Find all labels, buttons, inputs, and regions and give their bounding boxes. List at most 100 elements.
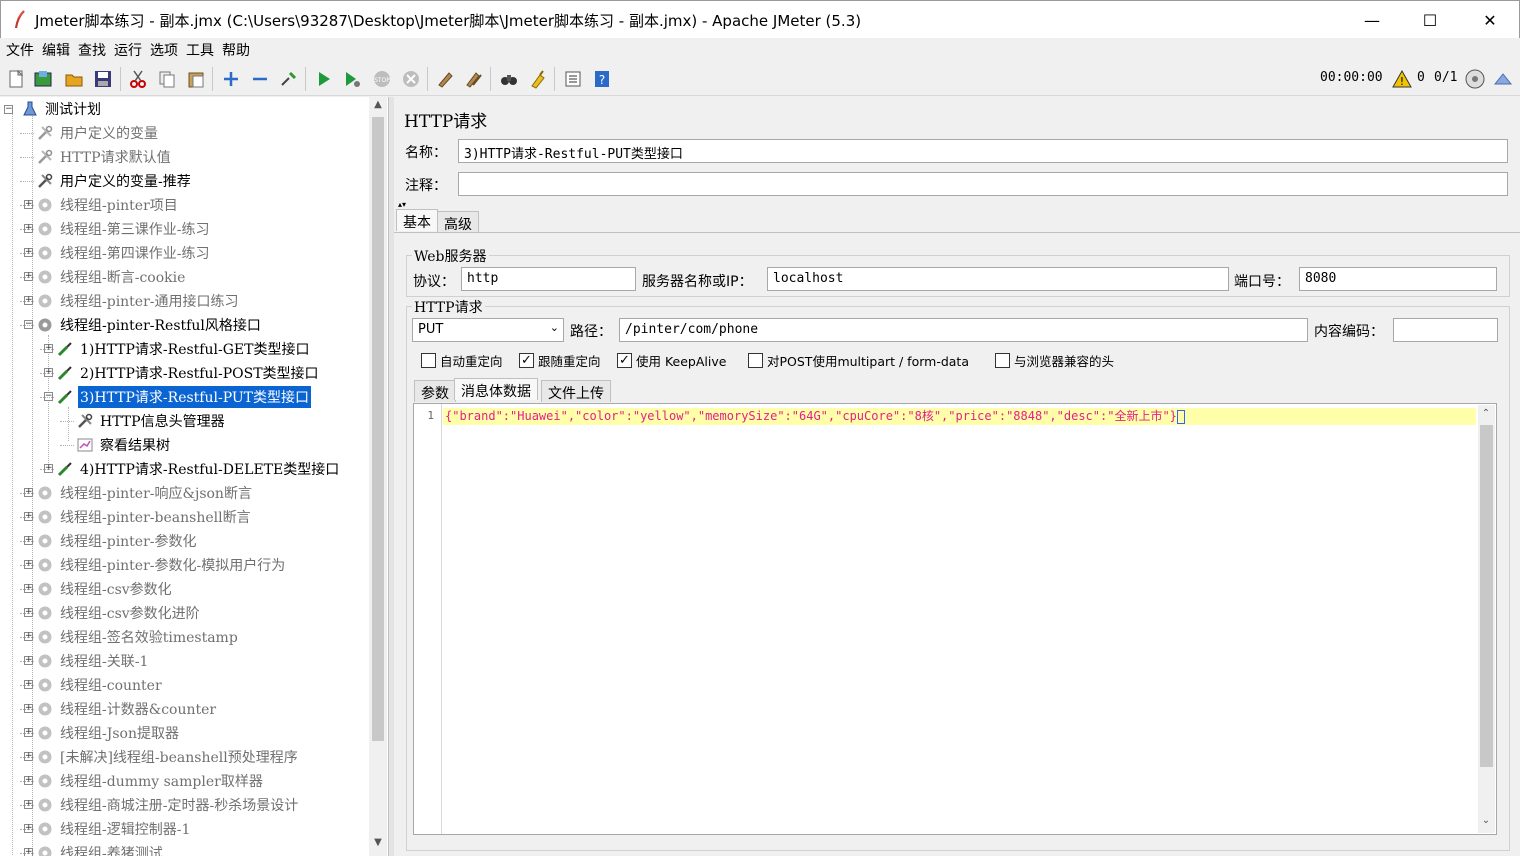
tree-item[interactable]: 线程组-签名效验timestamp (36, 625, 240, 649)
code-line[interactable]: {"brand":"Huawei","color":"yellow","memo… (443, 408, 1476, 425)
shutdown-icon[interactable] (399, 67, 423, 91)
tree-root[interactable]: − 测试计划 (4, 97, 103, 121)
tree-item[interactable]: 线程组-csv参数化 (36, 577, 174, 601)
menu-help[interactable]: 帮助 (222, 40, 250, 60)
tree-item[interactable]: 线程组-pinter-参数化-模拟用户行为 (36, 553, 287, 577)
tab-advanced[interactable]: 高级 (437, 211, 479, 233)
menu-search[interactable]: 查找 (78, 40, 106, 60)
body-data-editor[interactable]: 1 {"brand":"Huawei","color":"yellow","me… (413, 403, 1497, 835)
reset-search-icon[interactable] (526, 67, 550, 91)
comment-field[interactable] (458, 172, 1508, 196)
checkbox-box[interactable]: ✓ (519, 353, 534, 368)
tab-parameters[interactable]: 参数 (414, 380, 456, 402)
paste-icon[interactable] (184, 67, 208, 91)
menu-run[interactable]: 运行 (114, 40, 142, 60)
tree-item[interactable]: 线程组-计数器&counter (36, 697, 218, 721)
start-no-pauses-icon[interactable] (340, 67, 364, 91)
tree-item[interactable]: 线程组-关联-1 (36, 649, 150, 673)
help-icon[interactable]: ? (590, 67, 614, 91)
checkbox-box[interactable] (748, 353, 763, 368)
close-button[interactable]: ✕ (1461, 1, 1519, 39)
tree-item[interactable]: HTTP请求默认值 (36, 145, 173, 169)
tree-item[interactable]: 线程组-pinter-Restful风格接口 (36, 313, 263, 337)
tree-item[interactable]: 线程组-第三课作业-练习 (36, 217, 211, 241)
menu-file[interactable]: 文件 (6, 40, 34, 60)
tree-item[interactable]: HTTP信息头管理器 (76, 409, 227, 433)
tree-item[interactable]: 用户定义的变量-推荐 (36, 169, 193, 193)
clear-all-icon[interactable] (462, 67, 486, 91)
tree-item[interactable]: 线程组-断言-cookie (36, 265, 187, 289)
tree-item[interactable]: 线程组-counter (36, 673, 164, 697)
templates-icon[interactable] (31, 67, 55, 91)
browser-compatible-checkbox[interactable]: 与浏览器兼容的头 (995, 351, 1114, 370)
server-field[interactable]: localhost (767, 267, 1229, 291)
cut-icon[interactable] (126, 67, 150, 91)
tree-item[interactable]: 线程组-pinter-响应&json断言 (36, 481, 254, 505)
auto-redirect-checkbox[interactable]: 自动重定向 (421, 351, 503, 370)
encoding-field[interactable] (1393, 318, 1498, 342)
editor-scroll-down-arrow[interactable]: ⌄ (1478, 815, 1494, 826)
tree-item[interactable]: 线程组-dummy sampler取样器 (36, 769, 265, 793)
start-icon[interactable] (312, 67, 336, 91)
checkbox-box[interactable] (995, 353, 1010, 368)
editor-scroll-up-arrow[interactable]: ⌃ (1478, 408, 1494, 419)
multipart-checkbox[interactable]: 对POST使用multipart / form-data (748, 351, 969, 370)
menu-options[interactable]: 选项 (150, 40, 178, 60)
test-plan-tree[interactable]: − 测试计划 用户定义的变量 HTTP请求默认值 用户定义的变量-推荐 + 线程组-pi… (0, 97, 389, 856)
save-icon[interactable] (91, 67, 115, 91)
name-field[interactable]: 3)HTTP请求-Restful-PUT类型接口 (458, 139, 1508, 163)
minimize-button[interactable]: — (1343, 1, 1401, 39)
toggle-icon[interactable] (277, 67, 301, 91)
collapse-all-icon[interactable] (248, 67, 272, 91)
new-file-icon[interactable] (4, 67, 28, 91)
tree-item[interactable]: 4)HTTP请求-Restful-DELETE类型接口 (56, 457, 341, 481)
tree-scrollbar-thumb[interactable] (372, 117, 384, 741)
method-select[interactable]: PUT ⌄ (412, 318, 564, 342)
stop-icon[interactable]: STOP (370, 67, 394, 91)
collapse-toggle[interactable]: − (4, 104, 13, 114)
tree-item[interactable]: 线程组-商城注册-定时器-秒杀场景设计 (36, 793, 300, 817)
tree-item[interactable]: 线程组-第四课作业-练习 (36, 241, 211, 265)
expand-all-icon[interactable] (219, 67, 243, 91)
follow-redirect-checkbox[interactable]: ✓ 跟随重定向 (519, 351, 601, 370)
tree-item[interactable]: 线程组-pinter-beanshell断言 (36, 505, 253, 529)
port-field[interactable]: 8080 (1299, 267, 1497, 291)
tree-item[interactable]: 线程组-pinter项目 (36, 193, 180, 217)
checkbox-box[interactable] (421, 353, 436, 368)
clear-icon[interactable] (433, 67, 457, 91)
expand-toggle[interactable]: + (24, 848, 33, 856)
tree-item[interactable]: 察看结果树 (76, 433, 172, 457)
protocol-field[interactable]: http (461, 267, 636, 291)
tree-item[interactable]: 线程组-pinter-通用接口练习 (36, 289, 241, 313)
tree-scrollbar[interactable]: ▲ ▼ (369, 97, 387, 856)
tree-item[interactable]: 用户定义的变量 (36, 121, 160, 145)
menu-edit[interactable]: 编辑 (42, 40, 70, 60)
tree-item[interactable]: 线程组-csv参数化进阶 (36, 601, 202, 625)
scroll-up-arrow[interactable]: ▲ (370, 99, 386, 110)
menu-tools[interactable]: 工具 (186, 40, 214, 60)
tree-item[interactable]: 线程组-Json提取器 (36, 721, 181, 745)
function-helper-icon[interactable] (561, 67, 585, 91)
path-field[interactable]: /pinter/com/phone (619, 318, 1308, 342)
warning-icon[interactable]: ! (1392, 69, 1412, 89)
tree-item[interactable]: 2)HTTP请求-Restful-POST类型接口 (56, 361, 321, 385)
keepalive-checkbox[interactable]: ✓ 使用 KeepAlive (617, 351, 726, 370)
editor-scrollbar-thumb[interactable] (1480, 425, 1493, 767)
open-folder-icon[interactable] (62, 67, 86, 91)
copy-icon[interactable] (155, 67, 179, 91)
tab-basic[interactable]: 基本 (396, 209, 438, 231)
tree-item[interactable]: 线程组-pinter-参数化 (36, 529, 199, 553)
status-gear-icon[interactable] (1464, 68, 1486, 90)
log-viewer-icon[interactable] (1493, 70, 1513, 88)
tree-item[interactable]: 1)HTTP请求-Restful-GET类型接口 (56, 337, 311, 361)
search-binoculars-icon[interactable] (497, 67, 521, 91)
tree-item[interactable]: 线程组-养猪测试 (36, 841, 165, 856)
scroll-down-arrow[interactable]: ▼ (370, 837, 386, 848)
tab-file-upload[interactable]: 文件上传 (541, 380, 611, 402)
tree-item[interactable]: 线程组-逻辑控制器-1 (36, 817, 192, 841)
maximize-button[interactable]: ☐ (1401, 1, 1459, 39)
tab-body-data[interactable]: 消息体数据 (454, 378, 538, 400)
checkbox-box[interactable]: ✓ (617, 353, 632, 368)
tree-item[interactable]: [未解决]线程组-beanshell预处理程序 (36, 745, 300, 769)
collapse-arrows-icon[interactable]: ▴▾ (398, 200, 406, 209)
